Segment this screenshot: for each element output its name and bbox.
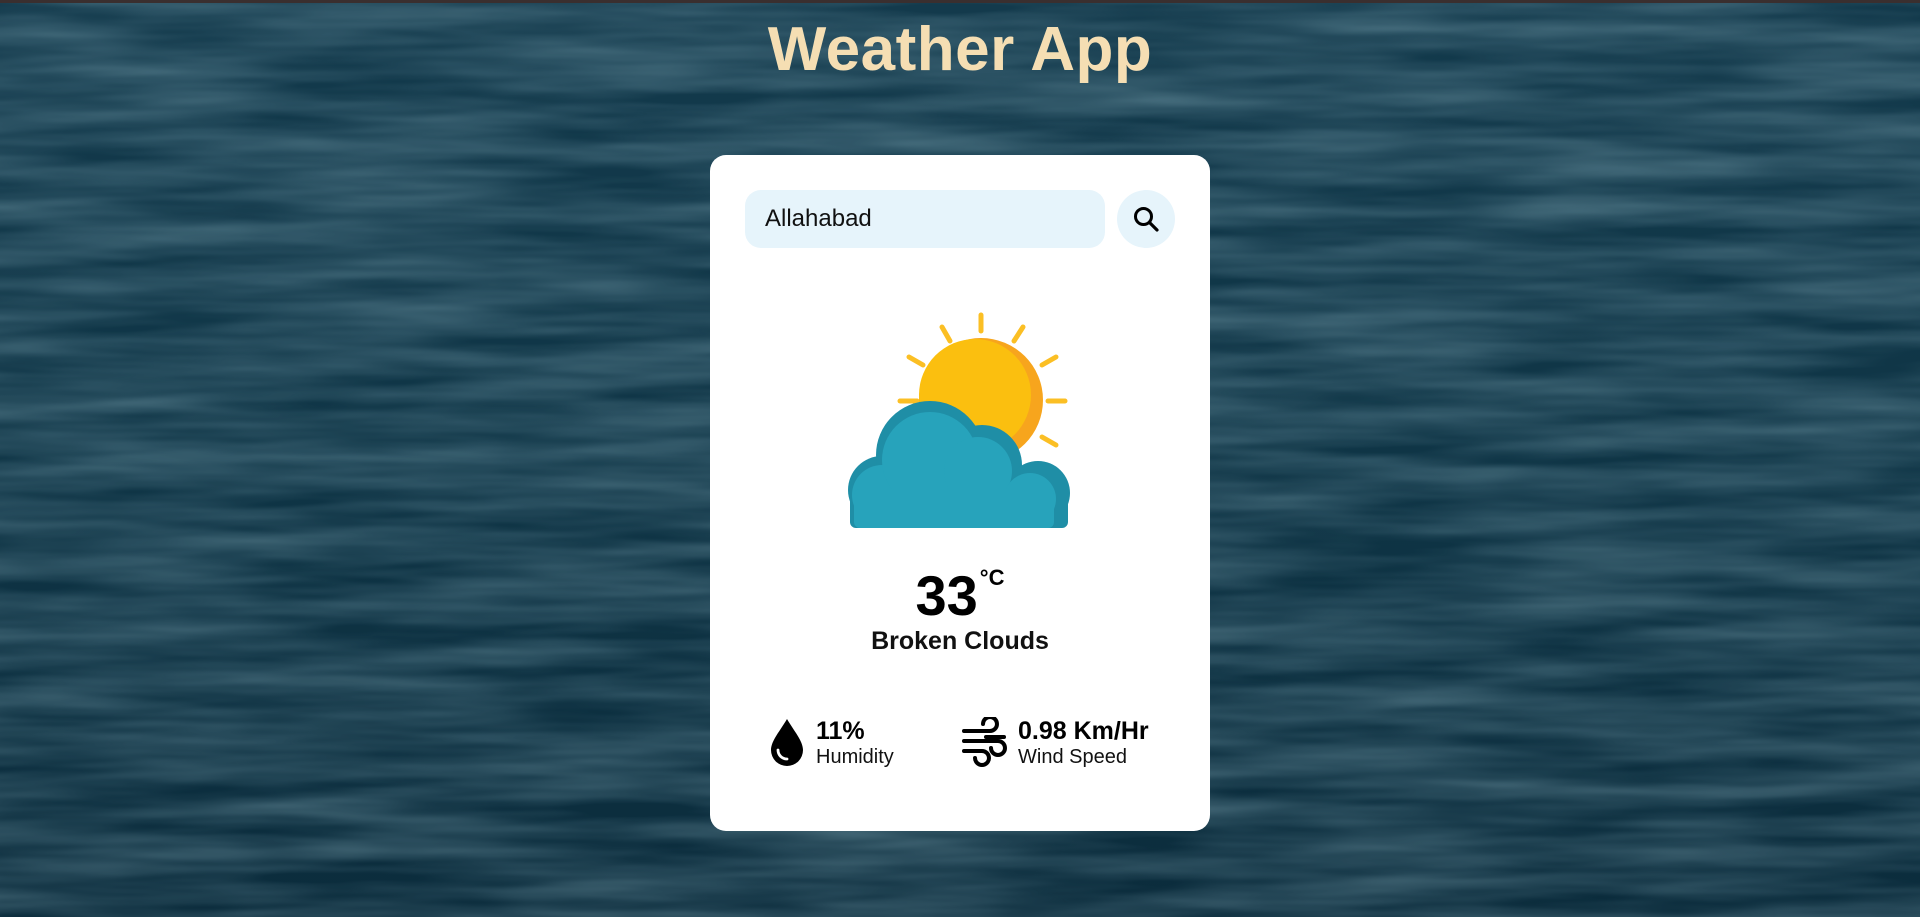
humidity-stat: 11% Humidity (768, 717, 894, 769)
search-button[interactable] (1117, 190, 1175, 248)
weather-description: Broken Clouds (871, 627, 1049, 655)
water-drop-icon (771, 719, 803, 766)
wind-label: Wind Speed (1018, 746, 1127, 768)
top-border (0, 0, 1920, 3)
wind-value: 0.98 Km/Hr (1018, 717, 1149, 745)
wind-icon (962, 717, 1007, 767)
search-icon (1134, 207, 1159, 232)
humidity-value: 11% (816, 717, 865, 745)
humidity-label: Humidity (816, 746, 894, 768)
temperature-value: 33 (915, 564, 978, 627)
temperature-unit: °C (979, 565, 1005, 590)
city-search-input[interactable] (745, 190, 1105, 248)
sun-behind-cloud-icon (848, 312, 1070, 528)
temperature: 33°C (710, 563, 1210, 628)
page-title: Weather App (767, 15, 1153, 84)
wind-stat: 0.98 Km/Hr Wind Speed (960, 717, 1149, 769)
weather-card: 33°C Broken Clouds 11% Humidity 0.98 Km/… (710, 155, 1210, 831)
